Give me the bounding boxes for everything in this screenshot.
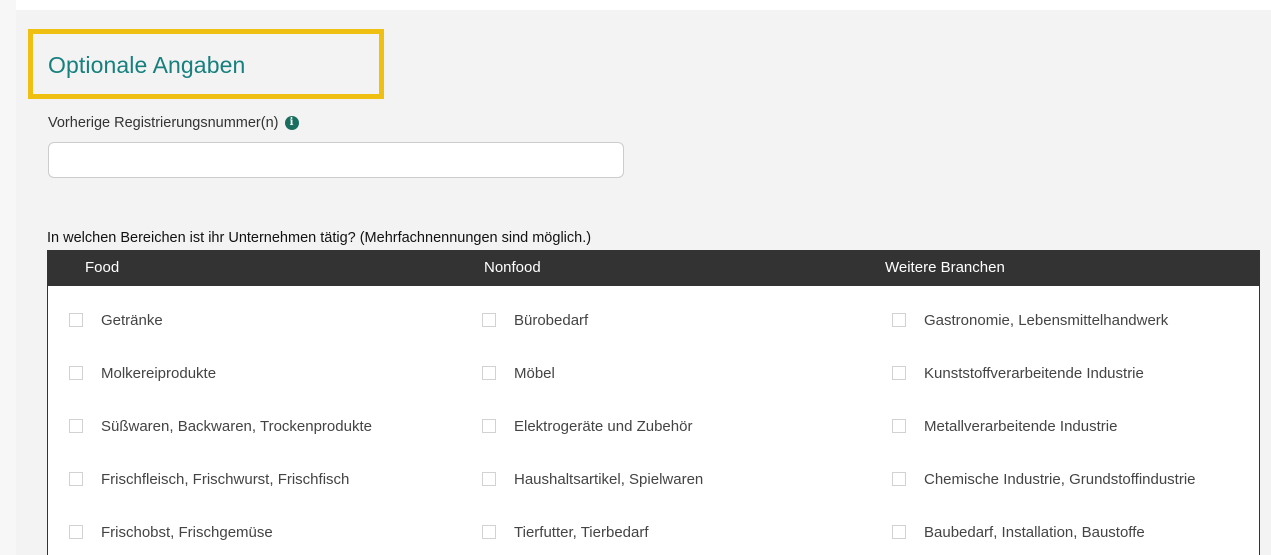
option-elektrogeraete[interactable]: Elektrogeräte und Zubehör <box>482 416 692 436</box>
option-molkereiprodukte[interactable]: Molkereiprodukte <box>69 363 216 383</box>
option-haushaltsartikel[interactable]: Haushaltsartikel, Spielwaren <box>482 469 703 489</box>
option-moebel[interactable]: Möbel <box>482 363 555 383</box>
column-header-food: Food <box>85 259 120 276</box>
option-suesswaren[interactable]: Süßwaren, Backwaren, Trockenprodukte <box>69 416 372 436</box>
checkbox[interactable] <box>482 472 496 486</box>
registration-number-input[interactable] <box>48 142 624 178</box>
registration-label-text: Vorherige Registrierungsnummer(n) <box>48 115 279 131</box>
option-label: Getränke <box>101 311 163 329</box>
option-label: Bürobedarf <box>514 311 589 329</box>
checkbox[interactable] <box>69 313 83 327</box>
option-buerobedarf[interactable]: Bürobedarf <box>482 310 588 330</box>
checkbox[interactable] <box>892 525 906 539</box>
option-label: Kunststoffverarbeitende Industrie <box>924 364 1144 382</box>
checkbox[interactable] <box>482 313 496 327</box>
section-title: Optionale Angaben <box>48 52 246 78</box>
checkbox[interactable] <box>69 366 83 380</box>
option-kunststoff[interactable]: Kunststoffverarbeitende Industrie <box>892 363 1144 383</box>
option-label: Frischobst, Frischgemüse <box>101 523 273 541</box>
option-tierfutter[interactable]: Tierfutter, Tierbedarf <box>482 522 649 542</box>
checkbox[interactable] <box>69 472 83 486</box>
checkbox[interactable] <box>482 419 496 433</box>
option-label: Elektrogeräte und Zubehör <box>514 417 693 435</box>
checkbox[interactable] <box>892 472 906 486</box>
checkbox[interactable] <box>892 419 906 433</box>
option-gastronomie[interactable]: Gastronomie, Lebensmittelhandwerk <box>892 310 1168 330</box>
option-label: Metallverarbeitende Industrie <box>924 417 1118 435</box>
checkbox[interactable] <box>482 366 496 380</box>
option-label: Tierfutter, Tierbedarf <box>514 523 649 541</box>
option-label: Chemische Industrie, Grundstoffindustrie <box>924 470 1196 488</box>
option-frischobst[interactable]: Frischobst, Frischgemüse <box>69 522 273 542</box>
registration-label: Vorherige Registrierungsnummer(n) i <box>48 115 299 131</box>
option-label: Süßwaren, Backwaren, Trockenprodukte <box>101 417 372 435</box>
sectors-question: In welchen Bereichen ist ihr Unternehmen… <box>47 230 592 246</box>
column-header-nonfood: Nonfood <box>484 259 541 276</box>
option-label: Haushaltsartikel, Spielwaren <box>514 470 704 488</box>
left-edge <box>0 0 16 555</box>
option-frischfleisch[interactable]: Frischfleisch, Frischwurst, Frischfisch <box>69 469 349 489</box>
checkbox[interactable] <box>69 525 83 539</box>
checkbox[interactable] <box>892 313 906 327</box>
option-metall[interactable]: Metallverarbeitende Industrie <box>892 416 1117 436</box>
sectors-table-header <box>47 250 1260 286</box>
option-label: Gastronomie, Lebensmittelhandwerk <box>924 311 1169 329</box>
checkbox[interactable] <box>69 419 83 433</box>
checkbox[interactable] <box>892 366 906 380</box>
option-label: Frischfleisch, Frischwurst, Frischfisch <box>101 470 350 488</box>
option-chemie[interactable]: Chemische Industrie, Grundstoffindustrie <box>892 469 1196 489</box>
option-label: Baubedarf, Installation, Baustoffe <box>924 523 1145 541</box>
checkbox[interactable] <box>482 525 496 539</box>
column-header-weitere-branchen: Weitere Branchen <box>885 259 1005 276</box>
option-label: Molkereiprodukte <box>101 364 217 382</box>
option-label: Möbel <box>514 364 555 382</box>
option-getraenke[interactable]: Getränke <box>69 310 163 330</box>
option-baubedarf[interactable]: Baubedarf, Installation, Baustoffe <box>892 522 1145 542</box>
info-icon[interactable]: i <box>284 116 299 130</box>
